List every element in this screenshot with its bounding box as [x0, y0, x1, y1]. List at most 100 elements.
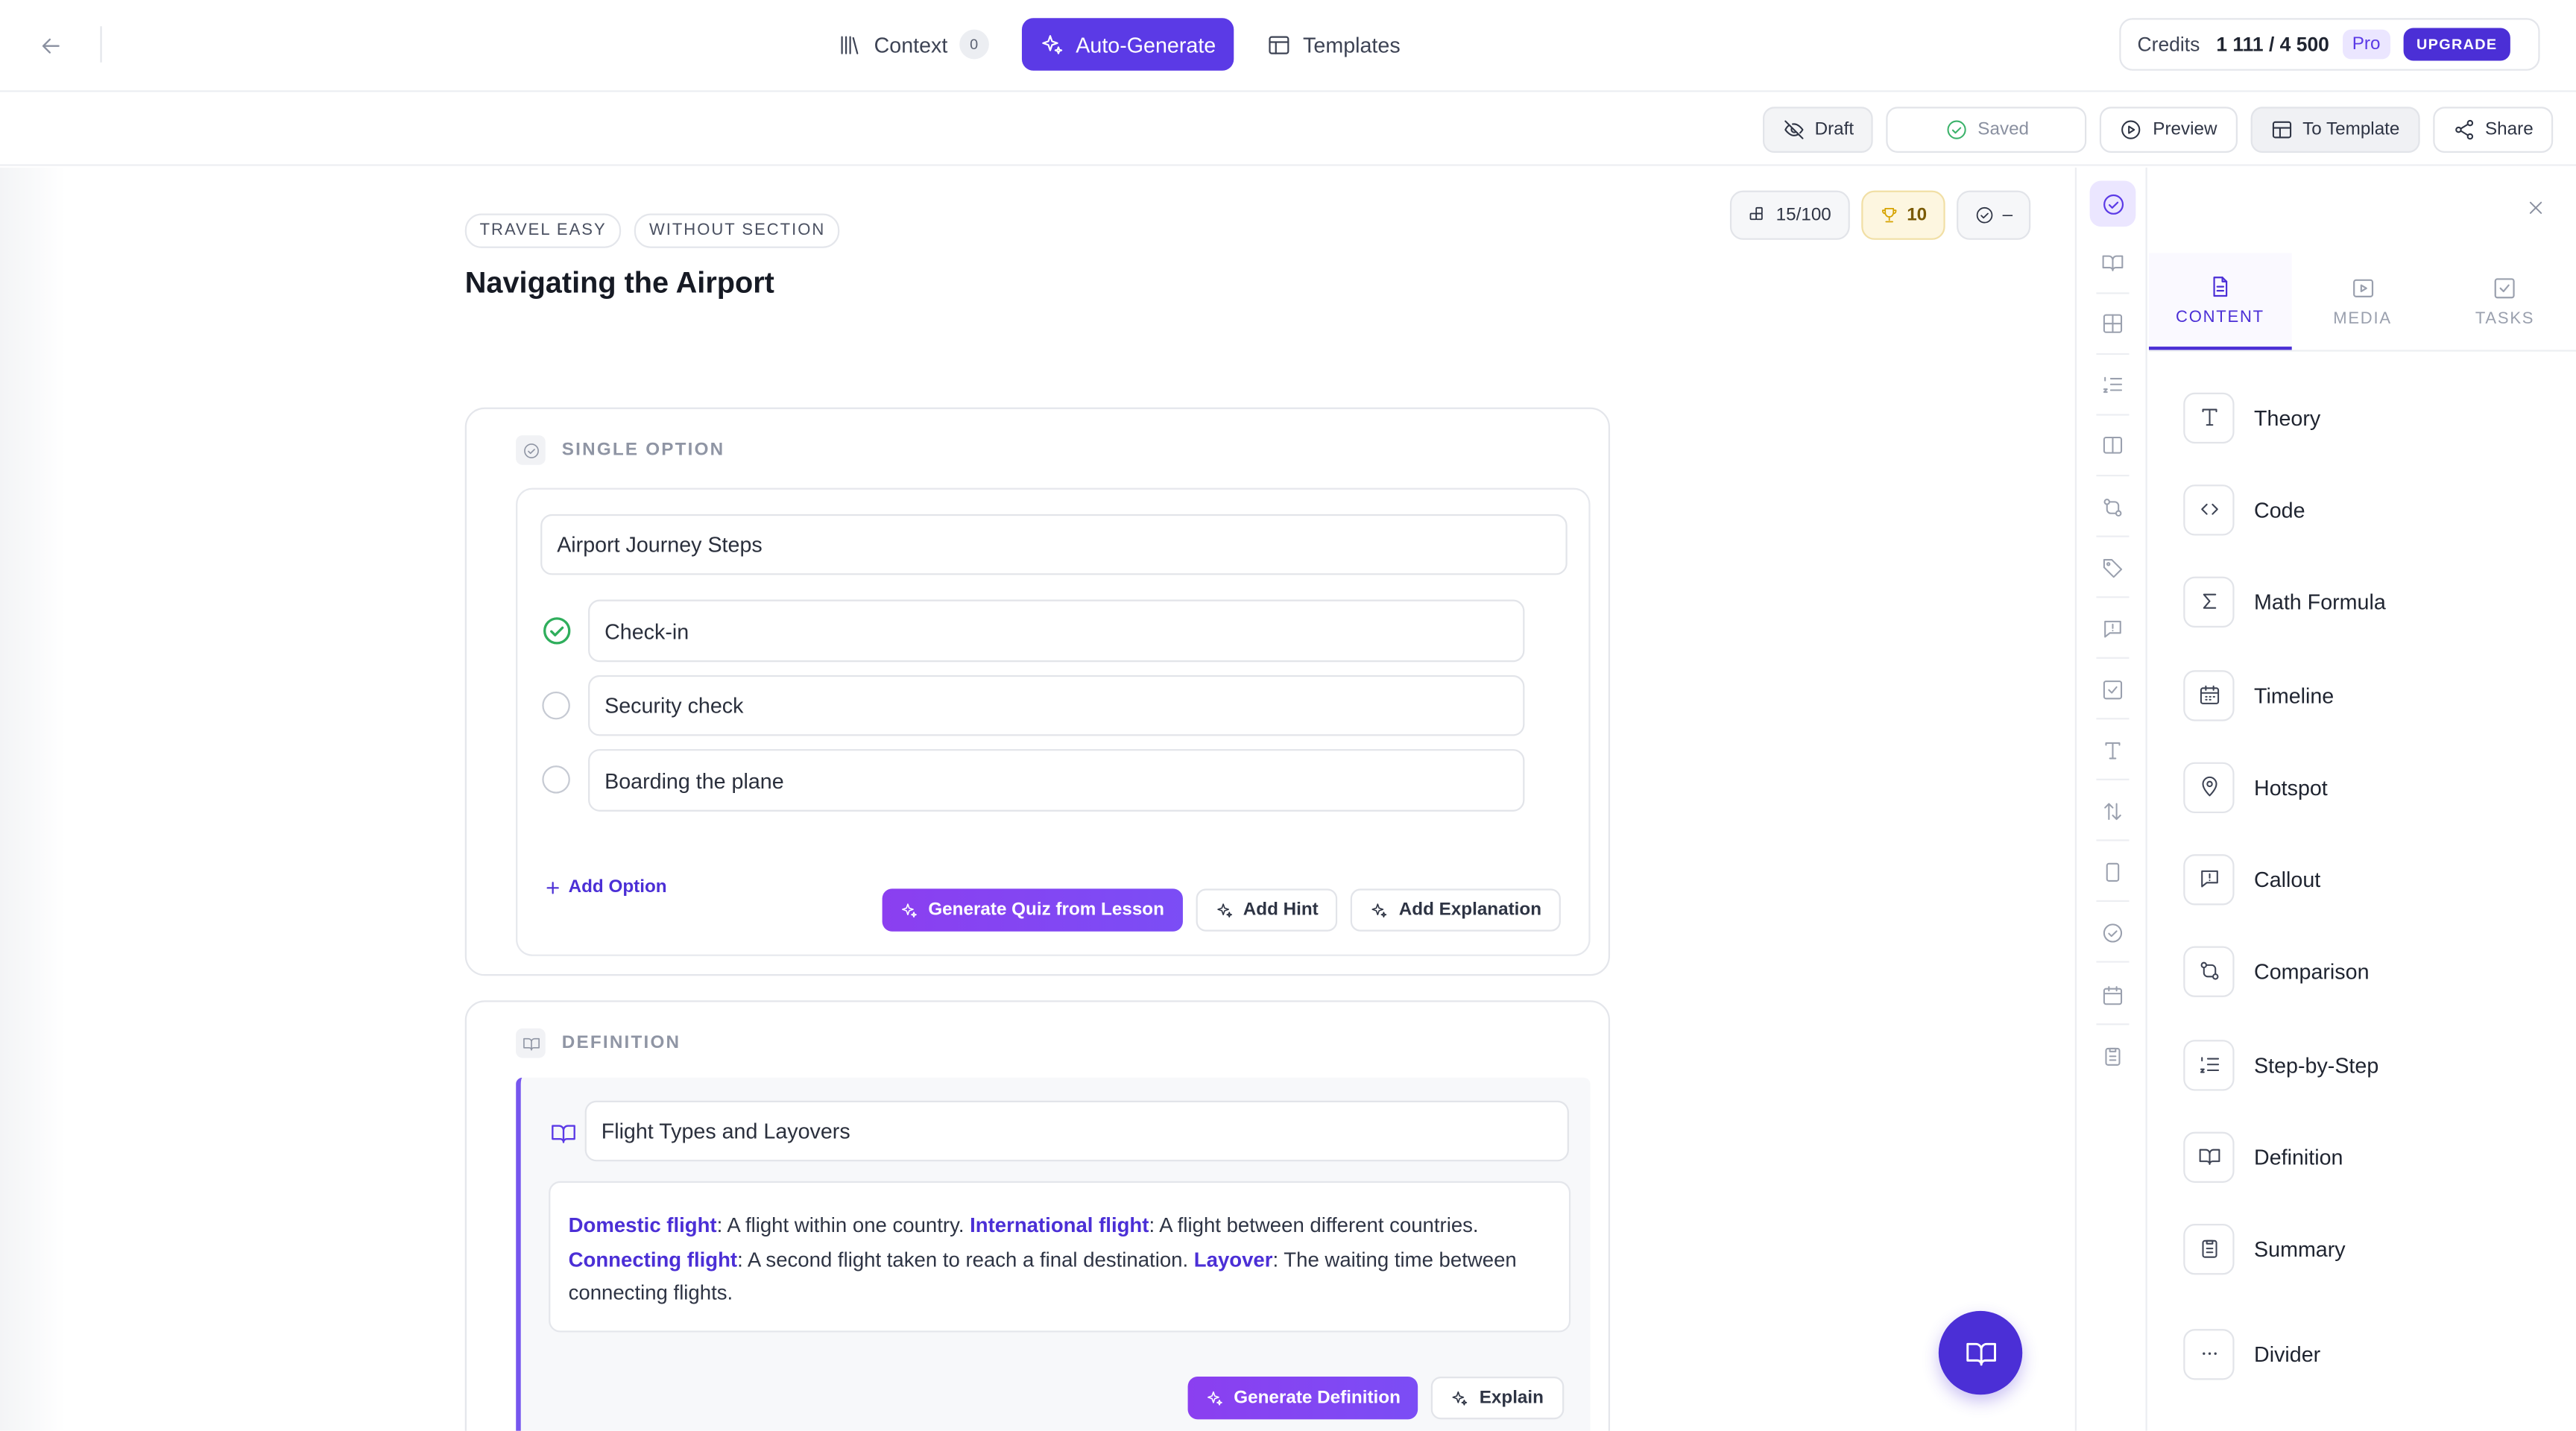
definition-block[interactable]: DEFINITION Flight Types and Layovers Dom… [464, 1000, 1611, 1431]
block-type-comparison[interactable]: Comparison [2183, 944, 2545, 997]
divider [2096, 778, 2130, 780]
definition-title-input[interactable]: Flight Types and Layovers [584, 1100, 1569, 1162]
rail-columns-item[interactable] [2090, 422, 2136, 468]
section-tag[interactable]: WITHOUT SECTION [634, 213, 841, 248]
generate-quiz-button[interactable]: Generate Quiz from Lesson [882, 888, 1183, 932]
page-title[interactable]: Navigating the Airport [465, 266, 774, 300]
check-circle-icon [1947, 120, 1966, 139]
add-explanation-label: Add Explanation [1398, 900, 1542, 920]
to-template-button[interactable]: To Template [2250, 107, 2419, 153]
tab-context[interactable]: Context 0 [821, 18, 1005, 71]
option-radio[interactable] [542, 765, 570, 794]
add-option-button[interactable]: Add Option [544, 877, 667, 897]
rail-steps-item[interactable] [2090, 361, 2136, 408]
tab-auto-generate[interactable]: Auto-Generate [1021, 18, 1234, 71]
block-type-code[interactable]: Code [2183, 483, 2545, 536]
check-circle-icon [516, 435, 546, 465]
tab-content[interactable]: CONTENT [2148, 253, 2291, 350]
rail-tag-item[interactable] [2090, 546, 2136, 592]
sparkles-icon [1208, 1390, 1222, 1405]
block-count-stat[interactable]: 15/100 [1729, 190, 1850, 240]
book-icon [516, 1028, 546, 1058]
template-icon [2271, 121, 2291, 139]
type-icon [2105, 742, 2121, 759]
rail-callout-item[interactable] [2090, 606, 2136, 652]
block-type-summary[interactable]: Summary [2183, 1222, 2545, 1275]
credits-label: Credits [2137, 33, 2200, 56]
draft-button[interactable]: Draft [1762, 107, 1874, 153]
rail-quiz-item[interactable] [2089, 180, 2136, 227]
clipboard-icon [2183, 1222, 2235, 1274]
add-hint-button[interactable]: Add Hint [1195, 888, 1339, 932]
block-type-math-formula[interactable]: Math Formula [2183, 575, 2545, 628]
explain-button[interactable]: Explain [1431, 1377, 1564, 1420]
course-tag[interactable]: TRAVEL EASY [464, 213, 622, 248]
definition-actions: Generate Definition Explain [1187, 1377, 1564, 1420]
rail-check-item[interactable] [2090, 910, 2136, 956]
type-icon [2183, 391, 2235, 443]
calendar-icon [2103, 986, 2123, 1005]
rail-timeline-item[interactable] [2090, 973, 2136, 1019]
check-circle-icon [543, 617, 571, 645]
tab-context-label: Context [874, 31, 948, 57]
block-type-step-by-step[interactable]: Step-by-Step [2183, 1038, 2545, 1091]
option-input[interactable]: Check-in [588, 599, 1525, 663]
video-icon [2352, 278, 2373, 297]
action-buttons: Draft Saved Preview To Template Share [1762, 107, 2554, 153]
block-type-definition[interactable]: Definition [2183, 1130, 2545, 1183]
git-compare-icon [2183, 945, 2235, 996]
tab-templates[interactable]: Templates [1251, 18, 1417, 71]
divider [2096, 353, 2130, 356]
question-input[interactable]: Airport Journey Steps [540, 514, 1568, 575]
option-input[interactable]: Security check [588, 675, 1525, 736]
clipboard-icon [2105, 1047, 2121, 1066]
back-button[interactable] [33, 30, 69, 63]
check-square-icon [2103, 680, 2123, 700]
blocks-icon [1749, 206, 1763, 221]
single-option-block[interactable]: SINGLE OPTION Airport Journey Steps Chec… [464, 407, 1611, 976]
block-type-theory[interactable]: Theory [2183, 391, 2545, 444]
divider [2096, 596, 2130, 598]
check-stat[interactable]: – [1956, 190, 2031, 240]
generate-definition-label: Generate Definition [1234, 1388, 1401, 1408]
block-type-timeline[interactable]: Timeline [2183, 669, 2545, 721]
git-compare-icon [2103, 499, 2122, 517]
plan-badge: Pro [2342, 29, 2390, 60]
block-type-divider[interactable]: Divider [2183, 1327, 2545, 1380]
app-window: Context 0 Auto-Generate Templates Credit… [0, 0, 2576, 1431]
generate-definition-button[interactable]: Generate Definition [1187, 1377, 1419, 1420]
block-count: 15/100 [1775, 205, 1831, 225]
rail-text-item[interactable] [2090, 727, 2136, 774]
preview-button[interactable]: Preview [2100, 107, 2237, 153]
option-input[interactable]: Boarding the plane [588, 749, 1525, 812]
close-panel-button[interactable] [2525, 197, 2547, 218]
rail-card-item[interactable] [2090, 850, 2136, 896]
block-type-callout[interactable]: Callout [2183, 853, 2545, 906]
definition-body[interactable]: Domestic flight: A flight within one cou… [549, 1181, 1571, 1333]
upgrade-button[interactable]: UPGRADE [2403, 28, 2511, 61]
rail-table-item[interactable] [2090, 300, 2136, 347]
rail-sort-item[interactable] [2090, 789, 2136, 835]
quiz-actions: Generate Quiz from Lesson Add Hint Add E… [882, 888, 1562, 932]
block-type-hotspot[interactable]: Hotspot [2183, 760, 2545, 813]
share-button[interactable]: Share [2432, 107, 2554, 153]
rail-definition-item[interactable] [2090, 240, 2136, 286]
correct-option-indicator[interactable] [542, 616, 572, 646]
context-count-badge: 0 [959, 29, 989, 60]
tab-media[interactable]: MEDIA [2291, 253, 2434, 350]
floating-book-button[interactable] [1938, 1310, 2023, 1395]
action-bar: Draft Saved Preview To Template Share [0, 93, 2576, 166]
rail-comparison-item[interactable] [2090, 484, 2136, 531]
option-radio[interactable] [542, 691, 570, 720]
block-type-label: Timeline [2254, 682, 2334, 707]
block-type-label: Hotspot [2254, 774, 2328, 800]
book-open-icon [1966, 1342, 1995, 1365]
rail-task-item[interactable] [2090, 667, 2136, 713]
tab-tasks[interactable]: TASKS [2434, 253, 2576, 350]
score-stat[interactable]: 10 [1860, 190, 1945, 240]
rail-summary-item[interactable] [2090, 1033, 2136, 1079]
map-pin-icon [2183, 761, 2235, 812]
block-type-label: SINGLE OPTION [561, 440, 725, 461]
more-horizontal-icon [2183, 1328, 2235, 1380]
add-explanation-button[interactable]: Add Explanation [1351, 888, 1562, 932]
